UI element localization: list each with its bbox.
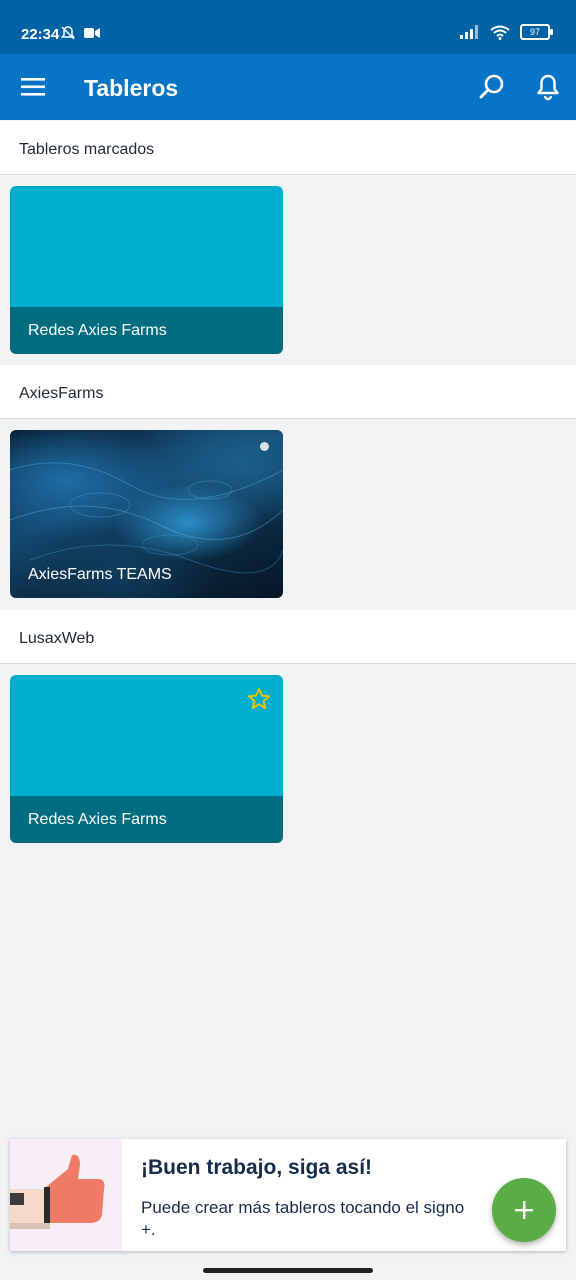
board-title: AxiesFarms TEAMS (28, 566, 172, 583)
board-card-starred[interactable]: Redes Axies Farms (10, 186, 283, 354)
status-icons-left (60, 25, 100, 41)
board-title: Redes Axies Farms (10, 307, 283, 354)
status-icons-right: 97 (460, 24, 553, 40)
video-icon (84, 28, 100, 38)
board-title: Redes Axies Farms (10, 796, 283, 843)
menu-icon[interactable] (21, 76, 45, 98)
board-card-axiesfarms-teams[interactable]: AxiesFarms TEAMS (10, 430, 283, 598)
thumbs-up-icon (10, 1154, 105, 1229)
app-bar: Tableros (0, 54, 576, 120)
thumbs-up-illustration (10, 1139, 122, 1251)
board-background (10, 675, 283, 797)
tip-banner: ¡Buen trabajo, siga así! Puede crear más… (10, 1139, 566, 1251)
board-background (10, 186, 283, 308)
section-header-lusaxweb: LusaxWeb (0, 610, 576, 664)
muted-bell-icon (61, 26, 75, 40)
star-icon[interactable] (247, 687, 271, 711)
battery-indicator: 97 (520, 24, 553, 40)
page-title: Tableros (84, 75, 179, 101)
banner-body: Puede crear más tableros tocando el sign… (141, 1198, 465, 1239)
bell-icon[interactable] (534, 73, 562, 101)
signal-icon (460, 25, 478, 39)
wifi-icon (490, 25, 510, 40)
add-board-button[interactable] (492, 1178, 556, 1242)
board-card-lusaxweb[interactable]: Redes Axies Farms (10, 675, 283, 843)
section-header-starred: Tableros marcados (0, 121, 576, 175)
section-header-axiesfarms: AxiesFarms (0, 365, 576, 419)
plus-icon (515, 1201, 533, 1219)
gesture-nav-handle[interactable] (203, 1268, 373, 1273)
status-time: 22:34 (21, 26, 60, 43)
status-bar: 22:34 97 (0, 0, 576, 54)
search-icon[interactable] (478, 73, 506, 101)
board-dot-indicator (260, 442, 269, 451)
banner-title: ¡Buen trabajo, siga así! (141, 1156, 373, 1179)
